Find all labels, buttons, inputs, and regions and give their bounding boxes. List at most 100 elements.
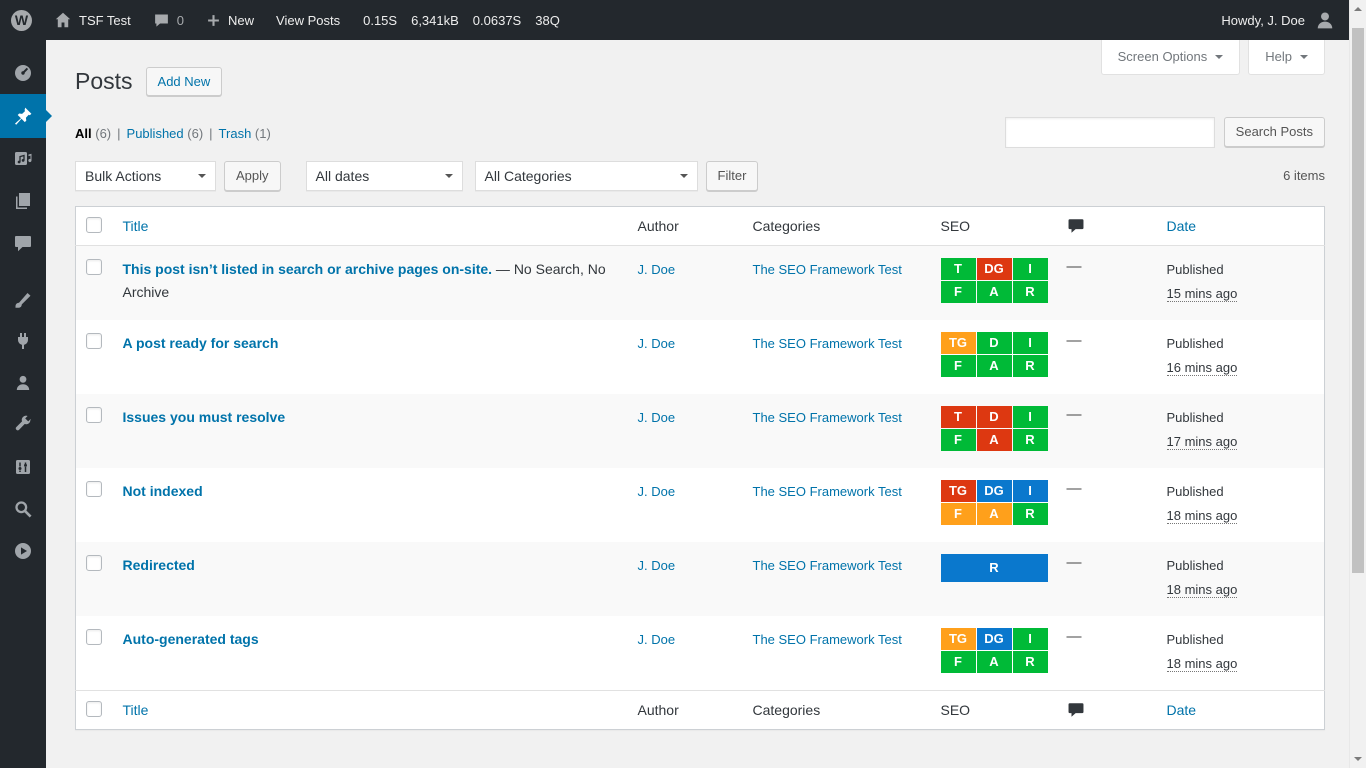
screen-options-tab[interactable]: Screen Options bbox=[1101, 40, 1241, 75]
seo-badge-A[interactable]: A bbox=[977, 429, 1012, 451]
author-link[interactable]: J. Doe bbox=[638, 558, 676, 573]
seo-badge-D[interactable]: D bbox=[977, 406, 1012, 428]
seo-badge-T[interactable]: T bbox=[941, 258, 976, 280]
category-link[interactable]: The SEO Framework Test bbox=[753, 558, 902, 573]
apply-button[interactable]: Apply bbox=[224, 161, 281, 191]
category-link[interactable]: The SEO Framework Test bbox=[753, 410, 902, 425]
author-link[interactable]: J. Doe bbox=[638, 410, 676, 425]
row-checkbox[interactable] bbox=[86, 407, 102, 423]
categories-filter-select[interactable]: All Categories bbox=[475, 161, 698, 191]
seo-badge-A[interactable]: A bbox=[977, 281, 1012, 303]
sidebar-item-settings[interactable] bbox=[0, 446, 46, 488]
sidebar-item-media[interactable] bbox=[0, 138, 46, 180]
new-content-menu[interactable]: New bbox=[195, 0, 265, 40]
seo-badge-T[interactable]: T bbox=[941, 406, 976, 428]
seo-badge-R[interactable]: R bbox=[1013, 281, 1048, 303]
scroll-down-icon[interactable] bbox=[1354, 757, 1362, 761]
seo-badge-A[interactable]: A bbox=[977, 503, 1012, 525]
sidebar-item-comments[interactable] bbox=[0, 222, 46, 264]
sort-date-link[interactable]: Date bbox=[1167, 218, 1197, 234]
dates-filter-select[interactable]: All dates bbox=[306, 161, 463, 191]
vertical-scrollbar[interactable] bbox=[1349, 0, 1366, 768]
sidebar-item-users[interactable] bbox=[0, 362, 46, 404]
seo-badge-R[interactable]: R bbox=[941, 554, 1048, 582]
seo-badge-A[interactable]: A bbox=[977, 355, 1012, 377]
post-title-link[interactable]: A post ready for search bbox=[123, 335, 279, 351]
seo-badge-R[interactable]: R bbox=[1013, 355, 1048, 377]
post-title-link[interactable]: Redirected bbox=[123, 557, 195, 573]
seo-badge-I[interactable]: I bbox=[1013, 258, 1048, 280]
view-published-link[interactable]: Published (6) bbox=[127, 126, 204, 141]
seo-badge-A[interactable]: A bbox=[977, 651, 1012, 673]
seo-badge-DG[interactable]: DG bbox=[977, 258, 1012, 280]
seo-badge-F[interactable]: F bbox=[941, 355, 976, 377]
seo-badge-I[interactable]: I bbox=[1013, 628, 1048, 650]
add-new-button[interactable]: Add New bbox=[146, 67, 223, 96]
seo-badge-TG[interactable]: TG bbox=[941, 332, 976, 354]
scrollbar-thumb[interactable] bbox=[1352, 28, 1364, 573]
sidebar-item-media-player[interactable] bbox=[0, 530, 46, 572]
category-link[interactable]: The SEO Framework Test bbox=[753, 262, 902, 277]
sidebar-item-dashboard[interactable] bbox=[0, 52, 46, 94]
row-checkbox[interactable] bbox=[86, 259, 102, 275]
sidebar-item-pages[interactable] bbox=[0, 180, 46, 222]
category-link[interactable]: The SEO Framework Test bbox=[753, 632, 902, 647]
sidebar-item-seo[interactable] bbox=[0, 488, 46, 530]
row-checkbox[interactable] bbox=[86, 629, 102, 645]
author-link[interactable]: J. Doe bbox=[638, 262, 676, 277]
seo-badge-F[interactable]: F bbox=[941, 651, 976, 673]
view-all-link[interactable]: All (6) bbox=[75, 126, 111, 141]
sort-date-link[interactable]: Date bbox=[1167, 702, 1197, 718]
author-link[interactable]: J. Doe bbox=[638, 484, 676, 499]
seo-badge-R[interactable]: R bbox=[1013, 503, 1048, 525]
help-tab[interactable]: Help bbox=[1248, 40, 1325, 75]
category-link[interactable]: The SEO Framework Test bbox=[753, 484, 902, 499]
search-input[interactable] bbox=[1005, 117, 1215, 148]
seo-badge-R[interactable]: R bbox=[1013, 429, 1048, 451]
post-title-link[interactable]: Issues you must resolve bbox=[123, 409, 286, 425]
seo-badge-TG[interactable]: TG bbox=[941, 628, 976, 650]
seo-badge-TG[interactable]: TG bbox=[941, 480, 976, 502]
select-all-checkbox[interactable] bbox=[86, 701, 102, 717]
sort-title-link[interactable]: Title bbox=[123, 218, 149, 234]
seo-badge-I[interactable]: I bbox=[1013, 480, 1048, 502]
seo-badge-I[interactable]: I bbox=[1013, 332, 1048, 354]
seo-badge-R[interactable]: R bbox=[1013, 651, 1048, 673]
seo-badge-F[interactable]: F bbox=[941, 503, 976, 525]
category-link[interactable]: The SEO Framework Test bbox=[753, 336, 902, 351]
sort-title-link[interactable]: Title bbox=[123, 702, 149, 718]
search-posts-button[interactable]: Search Posts bbox=[1224, 117, 1325, 147]
sidebar-item-appearance[interactable] bbox=[0, 278, 46, 320]
seo-badge-DG[interactable]: DG bbox=[977, 480, 1012, 502]
sidebar-item-plugins[interactable] bbox=[0, 320, 46, 362]
post-title-link[interactable]: Not indexed bbox=[123, 483, 203, 499]
author-link[interactable]: J. Doe bbox=[638, 336, 676, 351]
comments-value: — bbox=[1067, 480, 1082, 497]
seo-badge-D[interactable]: D bbox=[977, 332, 1012, 354]
my-account-menu[interactable]: Howdy, J. Doe bbox=[1221, 9, 1366, 31]
row-checkbox[interactable] bbox=[86, 555, 102, 571]
author-link[interactable]: J. Doe bbox=[638, 632, 676, 647]
scroll-up-icon[interactable] bbox=[1354, 7, 1362, 11]
bulk-actions-select[interactable]: Bulk Actions bbox=[75, 161, 216, 191]
post-title-link[interactable]: Auto-generated tags bbox=[123, 631, 259, 647]
row-checkbox[interactable] bbox=[86, 333, 102, 349]
select-all-checkbox[interactable] bbox=[86, 217, 102, 233]
table-row: Auto-generated tags J. Doe The SEO Framewo… bbox=[76, 616, 1325, 691]
seo-badge-DG[interactable]: DG bbox=[977, 628, 1012, 650]
site-name-link[interactable]: TSF Test bbox=[43, 0, 142, 40]
row-checkbox[interactable] bbox=[86, 481, 102, 497]
sidebar-item-posts[interactable] bbox=[0, 94, 46, 138]
filter-button[interactable]: Filter bbox=[706, 161, 759, 191]
sidebar-item-tools[interactable] bbox=[0, 404, 46, 446]
post-title-link[interactable]: This post isn’t listed in search or arch… bbox=[123, 261, 493, 277]
view-trash-link[interactable]: Trash (1) bbox=[219, 126, 271, 141]
seo-badge-F[interactable]: F bbox=[941, 281, 976, 303]
wp-logo-menu[interactable]: W bbox=[0, 0, 43, 40]
performance-stats[interactable]: 0.15S 6,341kB 0.0637S 38Q bbox=[351, 13, 572, 28]
seo-badge-F[interactable]: F bbox=[941, 429, 976, 451]
view-posts-link[interactable]: View Posts bbox=[265, 0, 351, 40]
seo-badge-I[interactable]: I bbox=[1013, 406, 1048, 428]
comments-menu[interactable]: 0 bbox=[142, 0, 195, 40]
column-seo: SEO bbox=[931, 206, 1057, 245]
